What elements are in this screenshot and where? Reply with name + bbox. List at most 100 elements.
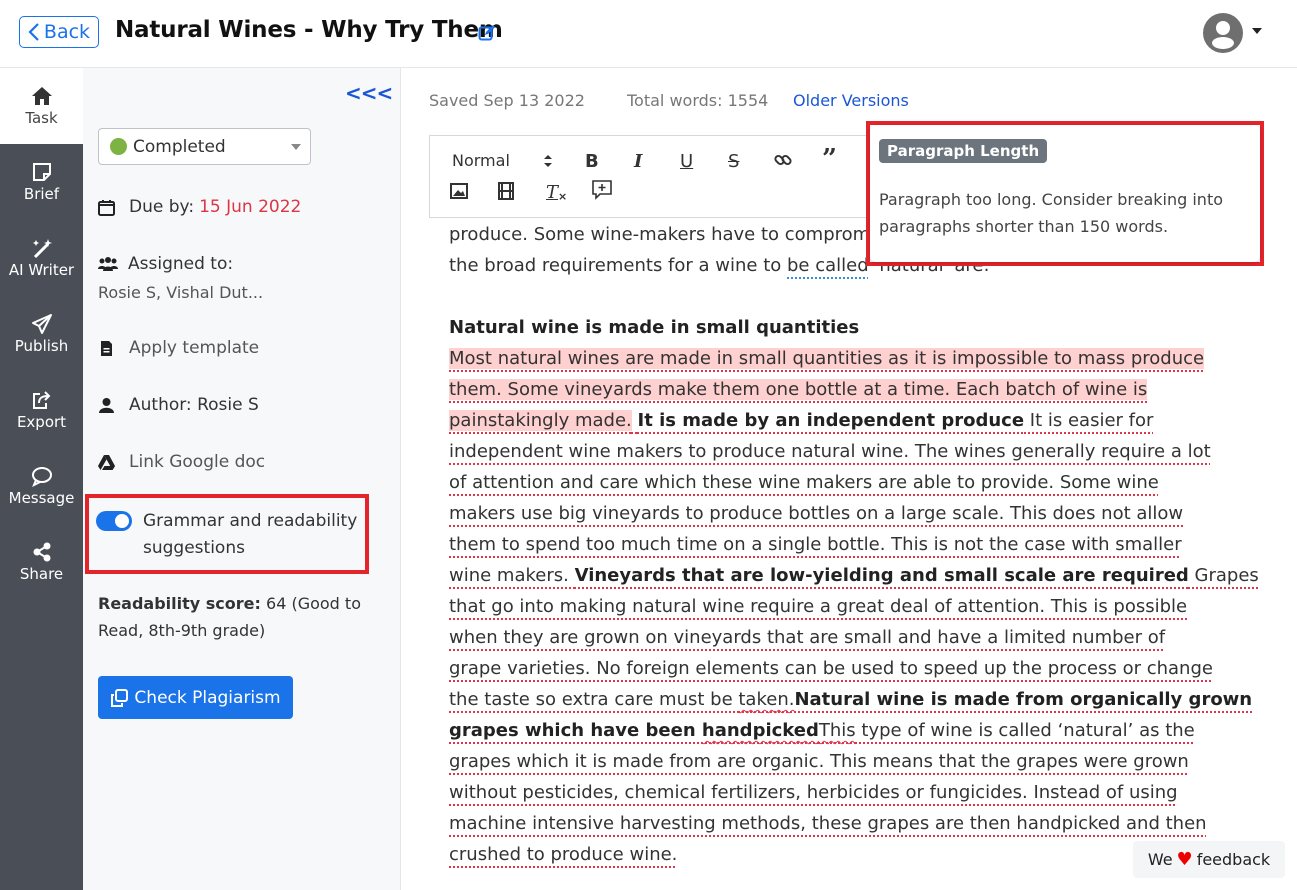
nav-item-share[interactable]: Share	[0, 524, 83, 600]
share-square-icon	[32, 391, 50, 409]
text-line: crushed to produce wine.	[449, 844, 678, 865]
magic-wand-icon	[32, 239, 52, 259]
speech-bubble-icon	[31, 467, 52, 487]
suggestion-text: Paragraph too long. Consider breaking in…	[879, 190, 1223, 236]
sticky-note-icon	[32, 163, 51, 181]
grammar-toggle-label: Grammar and readability suggestions	[143, 511, 358, 558]
check-plagiarism-button[interactable]: Check Plagiarism	[98, 676, 293, 719]
google-drive-icon	[98, 454, 115, 470]
video-icon[interactable]	[497, 182, 515, 200]
chevron-left-icon	[28, 23, 39, 41]
apply-template-label: Apply template	[129, 338, 260, 358]
nav-label: Publish	[14, 337, 69, 355]
spelling-error[interactable]: taken.	[738, 689, 794, 710]
underline-icon[interactable]: U	[680, 151, 693, 172]
text-line-highlighted: them. Some vineyards make them one bottl…	[449, 379, 1148, 400]
suggestion-be-called[interactable]: be called	[787, 255, 869, 276]
format-select[interactable]: Normal	[452, 151, 510, 170]
word-count: Total words: 1554	[627, 91, 769, 110]
saved-status: Saved Sep 13 2022	[429, 91, 585, 110]
readability-label: Readability score:	[98, 594, 261, 613]
link-google-doc-label: Link Google doc	[129, 452, 266, 472]
nav-item-ai-writer[interactable]: AI Writer	[0, 220, 83, 296]
copy-icon	[111, 688, 129, 707]
blockquote-icon[interactable]: ”	[822, 146, 837, 172]
assigned-row: Assigned to:	[98, 254, 233, 274]
page-title: Natural Wines - Why Try Them	[115, 17, 503, 43]
clear-format-icon[interactable]: T ×	[546, 182, 567, 203]
nav-label: AI Writer	[8, 261, 75, 279]
format-select-arrows-icon[interactable]	[543, 153, 553, 169]
status-select[interactable]: Completed	[98, 128, 311, 165]
side-nav: Task Brief AI Writer Publish Export Mess…	[0, 68, 83, 890]
add-comment-icon[interactable]	[591, 179, 613, 201]
nav-item-brief[interactable]: Brief	[0, 144, 83, 220]
author-row: Author: Rosie S	[98, 395, 259, 415]
strikethrough-icon[interactable]: S	[728, 151, 739, 172]
status-value: Completed	[133, 136, 226, 157]
share-nodes-icon	[33, 542, 50, 562]
due-date-row: Due by: 15 Jun 2022	[98, 197, 301, 217]
task-settings-panel: <<< Completed Due by: 15 Jun 2022 Assign…	[83, 68, 401, 890]
due-date: 15 Jun 2022	[199, 197, 302, 217]
status-dot-icon	[110, 138, 127, 155]
top-header: Back Natural Wines - Why Try Them	[0, 0, 1297, 68]
users-icon	[98, 256, 118, 271]
paper-plane-icon	[31, 314, 52, 334]
suggestion-popover: Paragraph Length Paragraph too long. Con…	[866, 121, 1264, 266]
editor-toolbar: Normal B I U S ” T ×	[429, 135, 869, 218]
text-line-highlighted: Most natural wines are made in small qua…	[449, 348, 1205, 369]
nav-label: Export	[16, 413, 67, 431]
grammar-toggle[interactable]	[96, 511, 132, 531]
nav-item-task[interactable]: Task	[0, 68, 83, 144]
user-avatar-icon[interactable]	[1203, 13, 1243, 53]
text-line: the taste so extra care must be taken.Na…	[449, 689, 1253, 710]
text-line: machine intensive harvesting methods, th…	[449, 813, 1207, 834]
nav-item-export[interactable]: Export	[0, 372, 83, 448]
text-line: wine makers. Vineyards that are low-yiel…	[449, 565, 1259, 586]
spelling-error[interactable]: handpicked	[702, 720, 819, 741]
link-icon[interactable]	[774, 151, 792, 169]
caret-down-icon	[291, 144, 301, 150]
bold-icon[interactable]: B	[585, 151, 599, 172]
back-label: Back	[43, 21, 91, 43]
caret-down-icon[interactable]	[1252, 28, 1262, 34]
home-icon	[31, 87, 52, 105]
back-button[interactable]: Back	[19, 16, 99, 48]
nav-label: Brief	[23, 185, 60, 203]
editor-content[interactable]: produce. Some wine-makers have to compro…	[449, 219, 1259, 870]
readability-score: Readability score: 64 (Good to Read, 8th…	[98, 590, 368, 644]
collapse-panel-button[interactable]: <<<	[345, 81, 393, 105]
file-template-icon	[101, 340, 112, 356]
nav-item-message[interactable]: Message	[0, 448, 83, 524]
user-icon	[99, 397, 114, 413]
italic-icon[interactable]: I	[634, 151, 642, 172]
text-line: makers use big vineyards to produce bott…	[449, 503, 1184, 524]
image-icon[interactable]	[450, 182, 468, 200]
text-line: when they are grown on vineyards that ar…	[449, 627, 1166, 648]
section-heading: Natural wine is made in small quantities	[449, 317, 860, 338]
feedback-button[interactable]: We ♥ feedback	[1133, 841, 1285, 878]
assignees[interactable]: Rosie S, Vishal Dut...	[98, 283, 263, 302]
nav-label: Message	[8, 489, 75, 507]
text-line: grapes which have been handpickedThis ty…	[449, 720, 1195, 741]
link-google-doc-link[interactable]: Link Google doc	[98, 452, 265, 472]
nav-label: Share	[19, 565, 64, 583]
calendar-icon	[98, 199, 115, 216]
text-line: grapes which it is made from are organic…	[449, 751, 1189, 772]
nav-label: Task	[25, 109, 58, 127]
older-versions-link[interactable]: Older Versions	[793, 91, 909, 110]
apply-template-link[interactable]: Apply template	[98, 338, 259, 358]
text-line: of attention and care which these wine m…	[449, 472, 1159, 493]
nav-item-publish[interactable]: Publish	[0, 296, 83, 372]
text-line: that go into making natural wine require…	[449, 596, 1188, 617]
assigned-label: Assigned to:	[128, 254, 234, 274]
heart-icon: ♥	[1176, 849, 1193, 870]
text-line: them to spend too much time on a single …	[449, 534, 1182, 555]
text-line: independent wine makers to produce natur…	[449, 441, 1211, 462]
check-plagiarism-label: Check Plagiarism	[134, 687, 281, 708]
text-line: painstakingly made. It is made by an ind…	[449, 410, 1154, 431]
edit-icon[interactable]	[478, 24, 496, 42]
text-line: grape varieties. No foreign elements can…	[449, 658, 1213, 679]
due-label: Due by:	[129, 197, 195, 217]
